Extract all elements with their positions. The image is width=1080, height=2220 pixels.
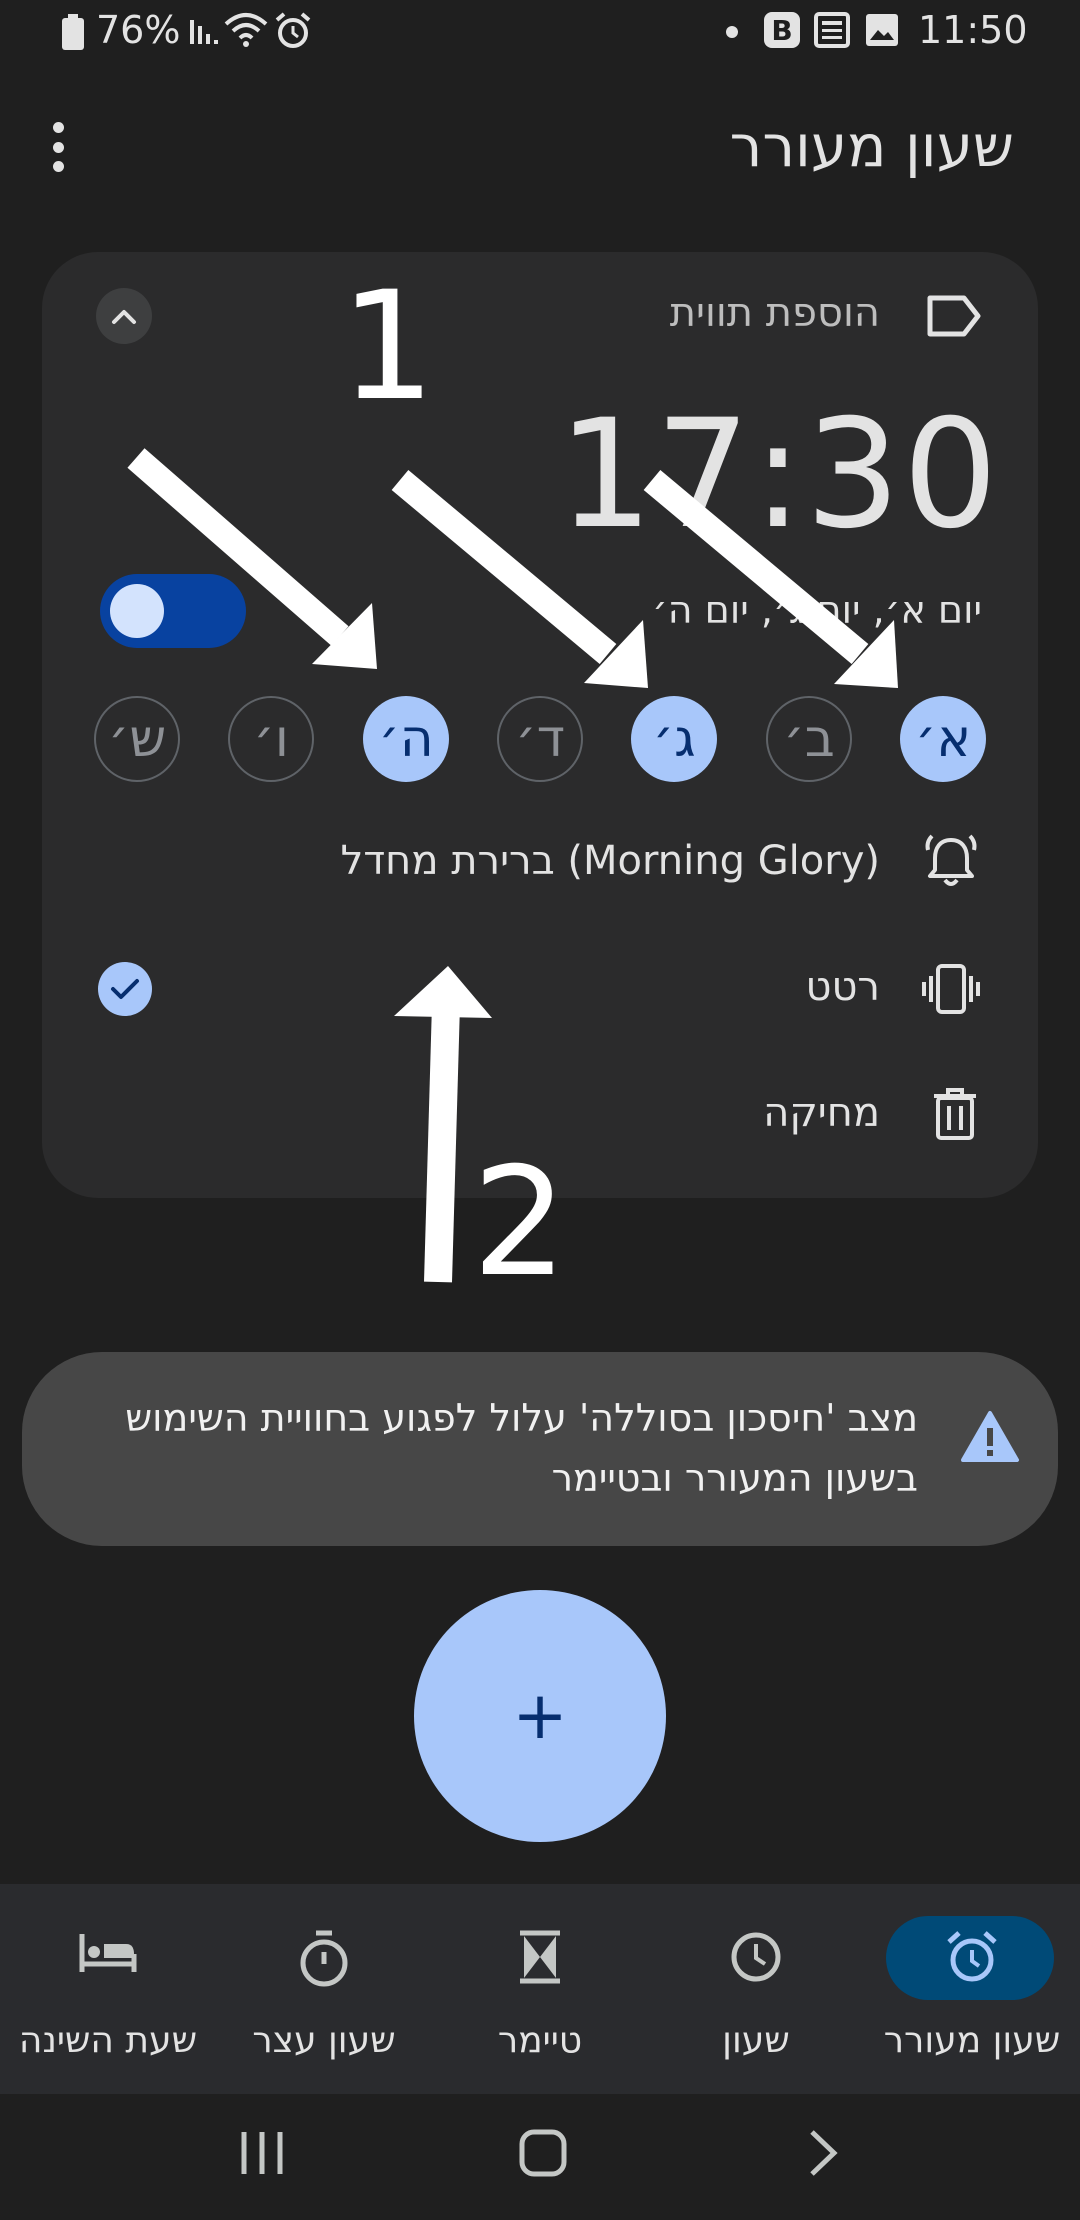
annotation-marker-1: 1: [340, 260, 436, 434]
system-navigation-bar: [0, 2094, 1080, 2220]
day-chip-fri[interactable]: ו׳: [228, 696, 314, 782]
nav-item-alarm[interactable]: שעון מעורר: [864, 1884, 1080, 2094]
image-icon: [866, 14, 898, 46]
add-label-button[interactable]: הוספת תווית: [670, 290, 880, 336]
vibrate-checkbox[interactable]: [98, 962, 152, 1016]
b-app-icon: B: [764, 12, 800, 48]
banner-message: מצב 'חיסכון בסוללה' עלול לפגוע בחוויית ה…: [125, 1396, 918, 1500]
battery-saver-banner[interactable]: מצב 'חיסכון בסוללה' עלול לפגוע בחוויית ה…: [22, 1352, 1058, 1546]
nav-label: שעת השינה: [18, 2020, 198, 2061]
nav-item-bedtime[interactable]: שעת השינה: [0, 1884, 216, 2094]
status-bar: 76% B 11:50: [0, 0, 1080, 66]
dot-icon: [52, 122, 64, 133]
nav-label: שעון: [722, 2020, 790, 2061]
home-icon[interactable]: [518, 2128, 568, 2178]
collapse-button[interactable]: [96, 288, 152, 344]
dot-icon: [52, 141, 64, 153]
nav-item-stopwatch[interactable]: שעון עצר: [216, 1884, 432, 2094]
ringtone-button[interactable]: ברירת מחדל (Morning Glory): [341, 838, 880, 884]
battery-icon: [62, 14, 84, 50]
day-chip-wed[interactable]: ד׳: [497, 696, 583, 782]
wifi-icon: [224, 13, 268, 47]
days-summary: יום א׳, יום ג׳, יום ה׳: [651, 588, 982, 632]
bottom-navigation: שעון מעורר שעון טיימר שעון עצר שעת השינה: [0, 1884, 1080, 2094]
day-chip-sun[interactable]: א׳: [900, 696, 986, 782]
hourglass-icon: [520, 1930, 560, 1984]
alarm-icon: [947, 1931, 997, 1982]
nav-label: שעון מעורר: [883, 2020, 1061, 2061]
warning-icon: [961, 1411, 1019, 1462]
plus-icon: +: [512, 1677, 568, 1754]
recent-apps-icon[interactable]: [238, 2128, 286, 2178]
nav-label: טיימר: [497, 2020, 583, 2061]
nav-item-clock[interactable]: שעון: [648, 1884, 864, 2094]
clock-icon: [731, 1932, 781, 1982]
bed-icon: [79, 1934, 137, 1972]
alarm-toggle[interactable]: [100, 574, 246, 648]
signal-icon: [190, 20, 218, 44]
label-icon[interactable]: [926, 294, 982, 338]
alarm-status-icon: [275, 12, 311, 48]
svg-text:B: B: [771, 14, 792, 47]
battery-percent: 76%: [96, 8, 181, 52]
bell-icon: [925, 834, 977, 886]
back-icon[interactable]: [806, 2128, 840, 2178]
chevron-up-icon: [112, 310, 136, 324]
toggle-knob: [110, 584, 164, 638]
alarm-time[interactable]: 17:30: [558, 388, 1000, 562]
add-alarm-button[interactable]: +: [414, 1590, 666, 1842]
notification-dot-icon: [726, 26, 738, 38]
day-chip-sat[interactable]: ש׳: [94, 696, 180, 782]
vibrate-icon: [922, 964, 980, 1014]
status-time: 11:50: [918, 8, 1028, 52]
delete-button[interactable]: מחיקה: [763, 1090, 880, 1136]
vibrate-label[interactable]: רטט: [806, 964, 880, 1010]
check-icon: [111, 979, 139, 999]
nav-label: שעון עצר: [252, 2020, 396, 2061]
more-options-button[interactable]: [48, 122, 68, 172]
stopwatch-icon: [300, 1930, 348, 1987]
day-chip-mon[interactable]: ב׳: [766, 696, 852, 782]
news-icon: [814, 12, 850, 48]
page-title: שעון מעורר: [729, 112, 1014, 180]
day-chip-tue[interactable]: ג׳: [631, 696, 717, 782]
day-chip-thu[interactable]: ה׳: [363, 696, 449, 782]
annotation-marker-2: 2: [472, 1136, 568, 1310]
trash-icon: [934, 1088, 976, 1140]
nav-item-timer[interactable]: טיימר: [432, 1884, 648, 2094]
dot-icon: [52, 161, 64, 172]
